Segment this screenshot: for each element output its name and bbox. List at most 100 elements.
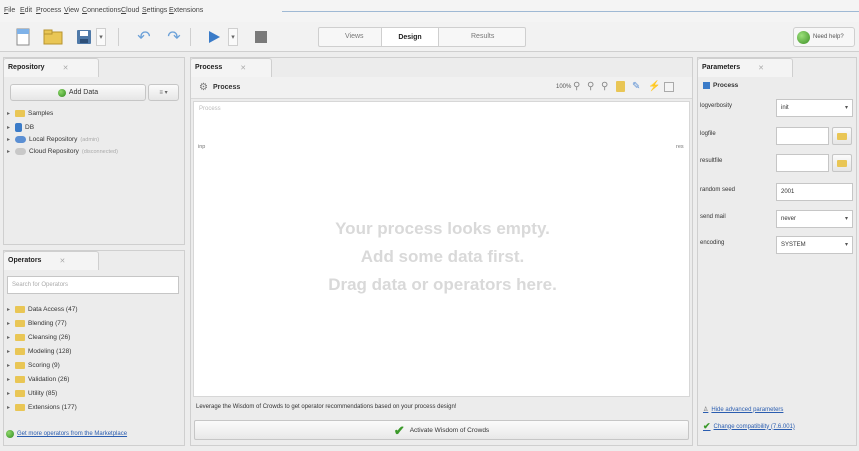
parameters-context: Process [703,82,738,89]
menu-cloud[interactable]: Cloud [121,7,139,14]
expand-arrow-icon[interactable]: ▸ [7,110,12,117]
expand-arrow-icon[interactable]: ▸ [7,306,12,313]
stop-icon[interactable] [250,26,272,48]
run-dropdown[interactable]: ▾ [228,28,238,46]
operator-group[interactable]: ▸ Extensions (177) [7,404,77,411]
expand-arrow-icon[interactable]: ▸ [7,404,12,411]
close-icon[interactable]: ✕ [240,64,246,72]
design-view-tab[interactable]: Design [381,28,439,46]
expand-arrow-icon[interactable]: ▸ [7,124,12,131]
open-folder-icon[interactable] [42,26,64,48]
empty-process-message: Your process looks empty. [335,219,550,238]
repo-item-local[interactable]: ▸ Local Repository (admin) [7,136,99,143]
logfile-browse-button[interactable] [832,127,852,145]
operator-search-input[interactable]: Search for Operators [7,276,179,294]
resultfile-browse-button[interactable] [832,154,852,172]
operator-group[interactable]: ▸ Modeling (128) [7,348,71,355]
repo-item-samples[interactable]: ▸ Samples [7,110,53,117]
zoom-level: 100% [556,84,572,90]
repo-item-sub: (admin) [80,136,100,143]
param-label: logfile [700,131,716,137]
operator-group[interactable]: ▸ Validation (26) [7,376,69,383]
expand-arrow-icon[interactable]: ▸ [7,390,12,397]
param-value: init [781,105,789,111]
chevron-down-icon: ▾ [844,216,848,222]
activate-wisdom-label: Activate Wisdom of Crowds [409,426,490,434]
menu-edit[interactable]: Edit [20,7,32,14]
note-icon[interactable] [616,81,625,92]
hide-advanced-link[interactable]: ♙ Hide advanced parameters [703,406,783,414]
process-canvas[interactable]: Process inp res Your process looks empty… [193,101,690,397]
menu-connections[interactable]: Connections [82,7,121,14]
chevron-down-icon: ▾ [844,242,848,248]
close-icon[interactable]: ✕ [758,64,764,72]
expand-arrow-icon[interactable]: ▸ [7,148,12,155]
folder-icon [15,320,25,327]
activate-wisdom-button[interactable]: ✔ Activate Wisdom of Crowds [194,420,689,440]
repository-menu-button[interactable]: ≡ ▾ [148,84,179,101]
expand-arrow-icon[interactable]: ▸ [7,348,12,355]
close-icon[interactable]: ✕ [59,257,65,265]
zoom-fit-icon[interactable]: ⚲ [601,81,608,92]
folder-icon [15,404,25,411]
wisdom-description: Leverage the Wisdom of Crowds to get ope… [196,404,457,410]
need-help-button[interactable]: Need help? [793,27,855,47]
folder-icon [15,362,25,369]
chevron-down-icon: ▾ [844,105,848,111]
menu-file[interactable]: File [4,7,15,14]
folder-icon [15,348,25,355]
new-process-icon[interactable] [12,26,34,48]
arrange-operators-icon[interactable]: ✎ [632,81,640,92]
marketplace-link[interactable]: Get more operators from the Marketplace [6,427,182,441]
operator-group-label: Scoring (9) [28,362,60,369]
resultfile-input[interactable] [776,154,829,172]
zoom-out-icon[interactable]: ⚲ [587,81,594,92]
close-icon[interactable]: ✕ [63,64,69,72]
send-mail-select[interactable]: never ▾ [776,210,853,228]
save-icon[interactable] [73,26,95,48]
param-label: encoding [700,240,725,246]
param-row-encoding: encoding SYSTEM ▾ [700,234,855,256]
operator-group[interactable]: ▸ Utility (85) [7,390,57,397]
zoom-in-icon[interactable]: ⚲ [573,81,580,92]
repo-item-cloud[interactable]: ▸ Cloud Repository (disconnected) [7,148,118,155]
expand-arrow-icon[interactable]: ▸ [7,320,12,327]
operator-group[interactable]: ▸ Data Access (47) [7,306,78,313]
menu-process[interactable]: Process [36,7,61,14]
views-label[interactable]: Views [345,33,364,40]
operator-group[interactable]: ▸ Blending (77) [7,320,67,327]
layout-icon[interactable] [664,82,674,92]
result-port[interactable]: res [676,144,684,150]
input-port[interactable]: inp [198,144,205,150]
process-toolbar: ⚙ Process 100% ⚲ ⚲ ⚲ ✎ ⚡ [191,77,692,99]
auto-wire-icon[interactable]: ⚡ [648,81,660,92]
encoding-select[interactable]: SYSTEM ▾ [776,236,853,254]
expand-arrow-icon[interactable]: ▸ [7,362,12,369]
process-breadcrumb[interactable]: Process [213,84,240,91]
operator-group[interactable]: ▸ Cleansing (26) [7,334,70,341]
expand-arrow-icon[interactable]: ▸ [7,136,12,143]
add-data-button[interactable]: Add Data [10,84,146,101]
repository-title: Repository [8,64,45,71]
menu-extensions[interactable]: Extensions [169,7,203,14]
logverbosity-select[interactable]: init ▾ [776,99,853,117]
run-icon[interactable] [203,26,225,48]
operator-group-label: Extensions (177) [28,404,77,411]
results-view-tab[interactable]: Results [471,33,494,40]
repository-tab-header: Repository ✕ [4,58,68,77]
operators-title: Operators [8,257,42,264]
expand-arrow-icon[interactable]: ▸ [7,334,12,341]
redo-icon[interactable]: ↷ [163,26,185,48]
random-seed-input[interactable]: 2001 [776,183,853,201]
repo-item-db[interactable]: ▸ DB [7,123,34,132]
change-compatibility-link[interactable]: ✔ Change compatibility (7.6.001) [703,422,795,431]
expand-arrow-icon[interactable]: ▸ [7,376,12,383]
logfile-input[interactable] [776,127,829,145]
need-help-label: Need help? [813,34,844,40]
menu-settings[interactable]: Settings [142,7,167,14]
operator-group[interactable]: ▸ Scoring (9) [7,362,60,369]
save-dropdown[interactable]: ▾ [96,28,106,46]
undo-icon[interactable]: ↶ [133,26,155,48]
toolbar-divider [190,28,191,46]
menu-view[interactable]: View [64,7,79,14]
